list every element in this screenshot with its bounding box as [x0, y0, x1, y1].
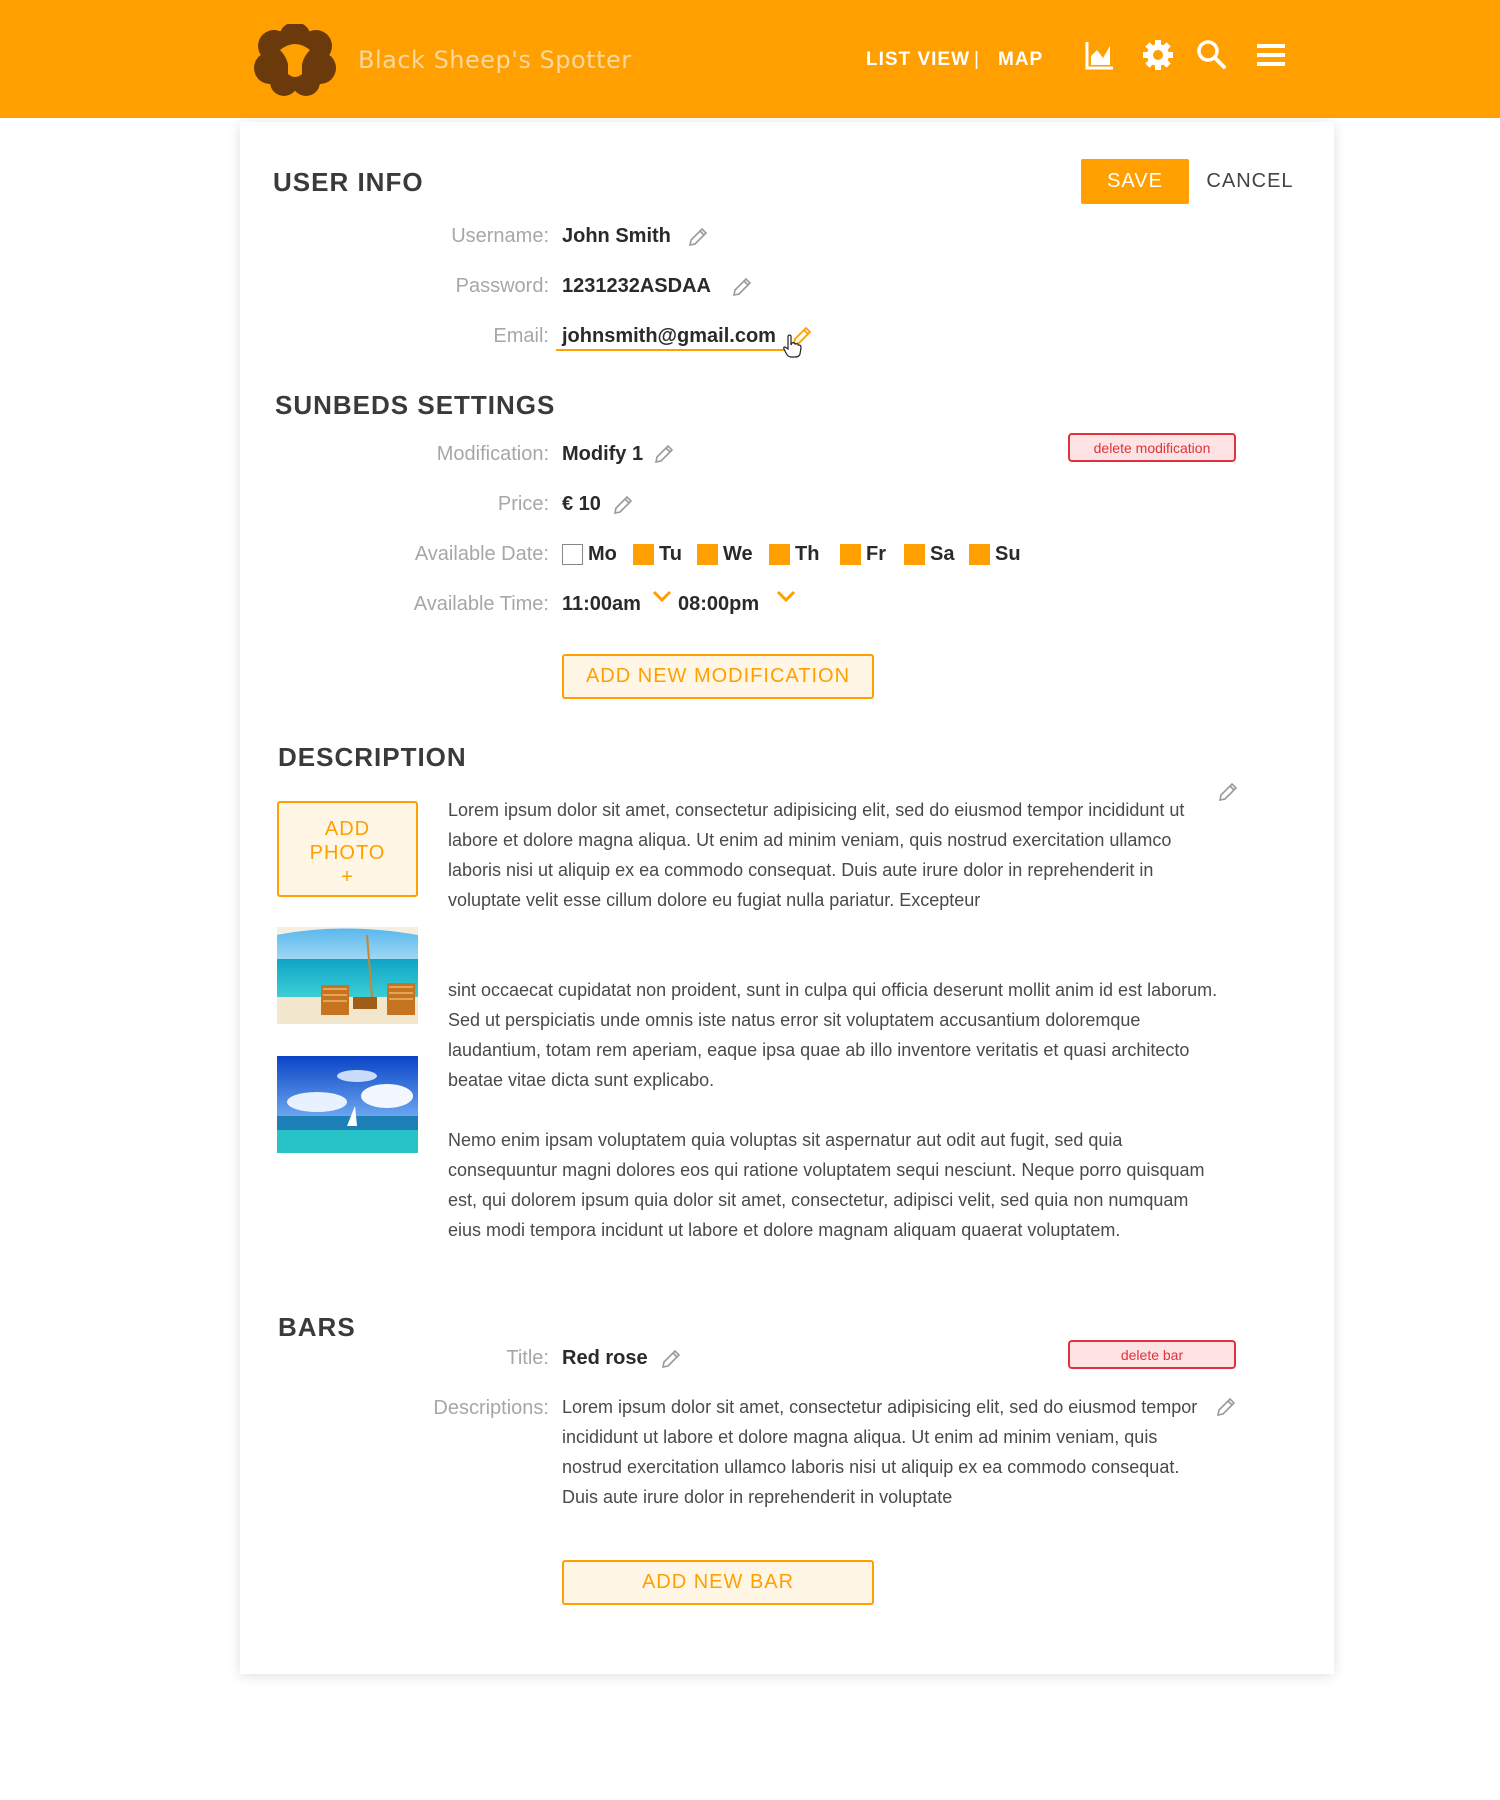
- day-label: Sa: [930, 542, 955, 565]
- password-value: 1231232ASDAA: [562, 275, 711, 297]
- beach-chairs-photo[interactable]: [277, 927, 418, 1024]
- checkbox-checked-icon: [904, 543, 925, 565]
- nav-separator: |: [974, 49, 980, 70]
- username-value: John Smith: [562, 225, 671, 247]
- description-heading: DESCRIPTION: [278, 742, 467, 772]
- day-checkbox-mo[interactable]: Mo: [562, 542, 617, 566]
- description-paragraph: sint occaecat cupidatat non proident, su…: [448, 980, 1218, 1090]
- checkbox-checked-icon: [769, 543, 790, 565]
- checkbox-checked-icon: [633, 543, 654, 565]
- gear-icon[interactable]: [1141, 38, 1175, 72]
- day-checkbox-su[interactable]: Su: [969, 542, 1021, 566]
- delete-modification-button[interactable]: delete modification: [1068, 433, 1236, 462]
- sunbeds-settings-heading: SUNBEDS SETTINGS: [275, 390, 556, 420]
- chart-icon[interactable]: [1082, 38, 1116, 72]
- nav-map[interactable]: MAP: [998, 49, 1043, 71]
- sailboat-sea-photo[interactable]: [277, 1056, 418, 1153]
- day-checkbox-tu[interactable]: Tu: [633, 542, 682, 566]
- menu-icon[interactable]: [1254, 38, 1288, 72]
- email-field-underline: [556, 349, 792, 351]
- day-checkbox-we[interactable]: We: [697, 542, 753, 566]
- add-photo-button[interactable]: ADD PHOTO +: [277, 801, 418, 897]
- save-button[interactable]: SAVE: [1081, 159, 1189, 204]
- price-label: Price:: [497, 493, 549, 515]
- time-to-select[interactable]: 08:00pm: [678, 593, 759, 616]
- chevron-down-icon[interactable]: [775, 588, 797, 604]
- day-checkbox-th[interactable]: Th: [769, 542, 819, 566]
- checkbox-checked-icon: [697, 543, 718, 565]
- bar-title-value: Red rose: [562, 1347, 648, 1369]
- available-date-label: Available Date:: [414, 543, 549, 565]
- day-checkbox-sa[interactable]: Sa: [904, 542, 954, 566]
- day-label: Fr: [866, 542, 886, 565]
- day-label: We: [723, 542, 753, 565]
- edit-bar-title-pencil-icon[interactable]: [660, 1348, 682, 1370]
- edit-modification-pencil-icon[interactable]: [653, 443, 675, 465]
- day-checkbox-fr[interactable]: Fr: [840, 542, 886, 566]
- search-icon[interactable]: [1194, 38, 1228, 72]
- top-navigation-bar: Black Sheep's Spotter LIST VIEW | MAP: [0, 0, 1500, 118]
- day-label: Th: [795, 542, 820, 565]
- edit-password-pencil-icon[interactable]: [731, 276, 753, 298]
- hand-cursor-icon: [783, 334, 802, 358]
- bar-descriptions-value: Lorem ipsum dolor sit amet, consectetur …: [562, 1397, 1198, 1507]
- chevron-down-icon[interactable]: [651, 588, 673, 604]
- edit-bar-descriptions-pencil-icon[interactable]: [1215, 1396, 1237, 1418]
- checkbox-checked-icon: [840, 543, 861, 565]
- day-label: Su: [995, 542, 1021, 565]
- bar-title-label: Title:: [506, 1347, 549, 1369]
- email-field[interactable]: johnsmith@gmail.com: [562, 325, 776, 348]
- edit-username-pencil-icon[interactable]: [687, 226, 709, 248]
- brand-name: Black Sheep's Spotter: [358, 46, 632, 74]
- edit-description-pencil-icon[interactable]: [1217, 781, 1239, 803]
- user-info-heading: USER INFO: [273, 167, 424, 197]
- available-time-label: Available Time:: [413, 593, 549, 615]
- add-new-bar-button[interactable]: ADD NEW BAR: [562, 1560, 874, 1605]
- day-label: Mo: [588, 542, 617, 565]
- add-new-modification-button[interactable]: ADD NEW MODIFICATION: [562, 654, 874, 699]
- edit-price-pencil-icon[interactable]: [612, 494, 634, 516]
- modification-value: Modify 1: [562, 443, 644, 465]
- delete-bar-button[interactable]: delete bar: [1068, 1340, 1236, 1369]
- price-value: € 10: [562, 493, 601, 515]
- checkbox-unchecked-icon: [562, 543, 583, 565]
- username-label: Username:: [451, 225, 549, 247]
- day-label: Tu: [659, 542, 682, 565]
- description-paragraph: Nemo enim ipsam voluptatem quia voluptas…: [448, 1130, 1205, 1240]
- password-label: Password:: [455, 275, 549, 297]
- checkbox-checked-icon: [969, 543, 990, 565]
- bar-descriptions-label: Descriptions:: [433, 1397, 549, 1419]
- time-from-select[interactable]: 11:00am: [562, 593, 641, 616]
- email-label: Email:: [493, 325, 549, 347]
- nav-list-view[interactable]: LIST VIEW: [866, 49, 970, 71]
- modification-label: Modification:: [436, 443, 549, 465]
- bars-heading: BARS: [278, 1312, 356, 1342]
- cancel-button[interactable]: CANCEL: [1200, 159, 1300, 204]
- description-paragraph: Lorem ipsum dolor sit amet, consectetur …: [448, 800, 1185, 910]
- sheep-logo-icon[interactable]: [254, 24, 336, 96]
